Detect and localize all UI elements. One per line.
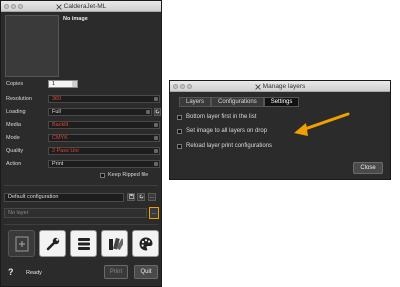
reload-layer-configs-checkbox[interactable] bbox=[177, 143, 182, 149]
tab-settings[interactable]: Settings bbox=[263, 97, 300, 107]
option-label: Set image to all layers on drop bbox=[186, 128, 268, 134]
stack-icon bbox=[77, 237, 90, 250]
main-titlebar: CalderaJet-ML bbox=[1, 1, 161, 12]
mode-select[interactable]: CMYK bbox=[48, 134, 160, 142]
mode-row: Mode CMYK bbox=[4, 134, 160, 143]
mode-label: Mode bbox=[6, 135, 20, 141]
chevron-down-icon bbox=[154, 149, 158, 153]
refresh-icon bbox=[155, 109, 160, 114]
wrench-icon bbox=[46, 237, 59, 250]
layers-titlebar: Manage layers bbox=[170, 81, 390, 92]
divider bbox=[4, 185, 158, 186]
quit-button[interactable]: Quit bbox=[134, 265, 158, 279]
quality-select[interactable]: 2 Pass Uni bbox=[48, 147, 160, 155]
tool-bar bbox=[8, 230, 159, 257]
resolution-label: Resolution bbox=[6, 96, 32, 102]
tab-layers[interactable]: Layers bbox=[179, 97, 212, 107]
action-row: Action Print bbox=[4, 160, 160, 169]
copies-stepper[interactable] bbox=[72, 81, 77, 87]
tab-configurations[interactable]: Configurations bbox=[211, 97, 264, 107]
keep-ripped-checkbox[interactable] bbox=[100, 172, 105, 178]
configuration-value: Default configuration bbox=[8, 194, 59, 200]
media-row: Media Backlit bbox=[4, 121, 160, 130]
action-value: Print bbox=[52, 161, 64, 167]
main-window-title: CalderaJet-ML bbox=[63, 3, 107, 10]
configuration-select[interactable]: Default configuration bbox=[4, 193, 124, 202]
refresh-icon bbox=[139, 194, 143, 199]
add-image-tool-button[interactable] bbox=[8, 230, 35, 257]
app-logo-icon bbox=[254, 83, 261, 90]
palette-icon bbox=[139, 237, 152, 250]
quality-value: 2 Pass Uni bbox=[52, 148, 79, 154]
save-config-button[interactable] bbox=[127, 193, 135, 201]
manage-layers-window: Manage layers Layers Configurations Sett… bbox=[169, 80, 391, 180]
window-controls bbox=[4, 4, 23, 9]
media-select[interactable]: Backlit bbox=[48, 121, 160, 129]
window-controls bbox=[173, 84, 192, 89]
layers-window-title: Manage layers bbox=[262, 83, 306, 90]
copies-label: Copies bbox=[6, 81, 24, 87]
divider bbox=[4, 224, 158, 225]
loading-value: Full bbox=[52, 109, 61, 115]
option-reload-layer-configs[interactable]: Reload layer print configurations bbox=[177, 143, 272, 149]
manage-layers-label: ... bbox=[151, 210, 157, 216]
refresh-config-button[interactable] bbox=[137, 193, 145, 201]
no-image-label: No image bbox=[63, 16, 88, 22]
save-icon bbox=[128, 194, 134, 199]
annotation-arrow-icon bbox=[294, 112, 350, 136]
option-label: Reload layer print configurations bbox=[186, 143, 273, 149]
chevron-down-icon bbox=[154, 136, 158, 140]
loading-label: Loading bbox=[6, 109, 26, 115]
help-button[interactable]: ? bbox=[8, 267, 14, 277]
palette-tool-button[interactable] bbox=[132, 230, 159, 257]
minimize-window-button[interactable] bbox=[180, 84, 185, 89]
mode-value: CMYK bbox=[52, 135, 68, 141]
layer-value: No layer bbox=[8, 210, 29, 216]
loading-select[interactable]: Full bbox=[48, 108, 152, 116]
queue-tool-button[interactable] bbox=[70, 230, 97, 257]
option-bottom-layer-first[interactable]: Bottom layer first in the list bbox=[177, 114, 256, 120]
bottom-layer-first-checkbox[interactable] bbox=[177, 114, 182, 120]
chevron-down-icon bbox=[154, 123, 158, 127]
action-select[interactable]: Print bbox=[48, 160, 160, 168]
resolution-row: Resolution 360 bbox=[4, 95, 160, 104]
app-logo-icon bbox=[55, 3, 62, 10]
swatch-fan-icon bbox=[108, 237, 123, 250]
loading-row: Loading Full bbox=[4, 108, 161, 117]
loading-refresh-button[interactable] bbox=[154, 108, 161, 116]
layer-select[interactable]: No layer bbox=[4, 208, 147, 218]
close-button[interactable]: Close bbox=[353, 162, 383, 174]
chevron-down-icon bbox=[154, 97, 158, 101]
more-config-button[interactable]: ... bbox=[148, 193, 156, 201]
copies-row: Copies 1 bbox=[4, 80, 160, 89]
image-preview[interactable] bbox=[5, 15, 59, 77]
more-config-label: ... bbox=[149, 194, 155, 200]
media-value: Backlit bbox=[52, 122, 69, 128]
chevron-down-icon bbox=[154, 162, 158, 166]
option-set-image-all-layers[interactable]: Set image to all layers on drop bbox=[177, 128, 267, 134]
close-window-button[interactable] bbox=[4, 4, 9, 9]
media-label: Media bbox=[6, 122, 21, 128]
minimize-window-button[interactable] bbox=[11, 4, 16, 9]
settings-tool-button[interactable] bbox=[39, 230, 66, 257]
add-file-icon bbox=[15, 236, 28, 251]
layers-tabs: Layers Configurations Settings bbox=[179, 97, 300, 107]
resolution-select[interactable]: 360 bbox=[48, 95, 160, 103]
chevron-down-icon bbox=[146, 110, 150, 114]
quality-label: Quality bbox=[6, 148, 24, 154]
zoom-window-button[interactable] bbox=[18, 4, 23, 9]
manage-layers-button[interactable]: ... bbox=[149, 207, 159, 219]
keep-ripped-option[interactable]: Keep Ripped file bbox=[100, 172, 148, 178]
set-image-all-layers-checkbox[interactable] bbox=[177, 128, 182, 134]
resolution-value: 360 bbox=[52, 96, 62, 102]
status-text: Ready bbox=[26, 270, 42, 276]
print-button[interactable]: Print bbox=[104, 265, 128, 279]
close-window-button[interactable] bbox=[173, 84, 178, 89]
option-label: Bottom layer first in the list bbox=[186, 114, 257, 120]
color-swatch-tool-button[interactable] bbox=[101, 230, 128, 257]
zoom-window-button[interactable] bbox=[187, 84, 192, 89]
keep-ripped-label: Keep Ripped file bbox=[108, 172, 149, 178]
quality-row: Quality 2 Pass Uni bbox=[4, 147, 160, 156]
action-label: Action bbox=[6, 161, 22, 167]
